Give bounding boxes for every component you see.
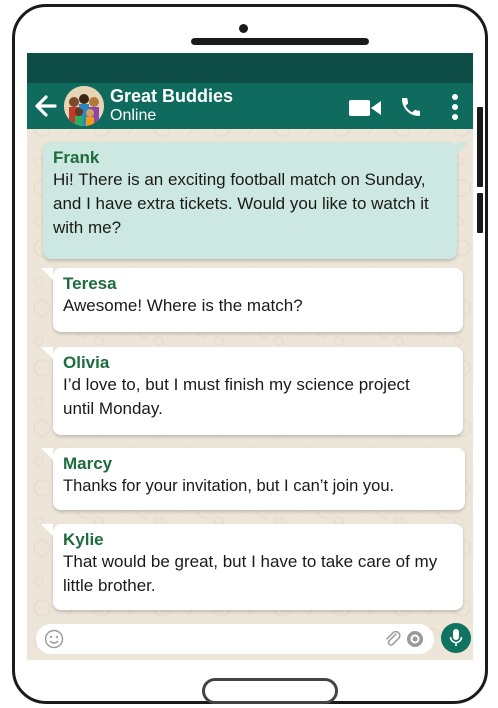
camera-icon[interactable]	[406, 630, 424, 648]
home-button[interactable]	[202, 678, 338, 704]
emoji-icon[interactable]	[44, 629, 64, 649]
microphone-icon	[449, 629, 463, 646]
bubble-tail	[41, 268, 53, 280]
sender-name: Frank	[53, 148, 100, 167]
message-bubble[interactable]: Frank Hi! There is an exciting football …	[43, 142, 469, 259]
group-avatar[interactable]	[64, 86, 104, 126]
status-bar	[27, 53, 473, 83]
message-text: That would be great, but I have to take …	[63, 552, 438, 595]
front-camera	[239, 24, 248, 33]
mic-button[interactable]	[441, 623, 471, 653]
message-bubble[interactable]: Teresa Awesome! Where is the match?	[41, 268, 463, 332]
bubble-tail	[41, 524, 53, 536]
chat-header: Great Buddies Online	[27, 83, 473, 129]
message-text: Awesome! Where is the match?	[63, 296, 303, 315]
bubble-tail	[41, 347, 53, 359]
sender-name: Olivia	[63, 353, 110, 372]
earpiece-speaker	[191, 38, 369, 45]
phone-icon[interactable]	[399, 95, 423, 119]
message-bubble[interactable]: Olivia I’d love to, but I must finish my…	[41, 347, 463, 435]
volume-button	[477, 107, 483, 187]
message-text: I’d love to, but I must finish my scienc…	[63, 375, 410, 418]
arrow-left-icon[interactable]	[33, 93, 59, 119]
message-input[interactable]	[36, 624, 434, 654]
message-bubble[interactable]: Marcy Thanks for your invitation, but I …	[41, 448, 465, 510]
sender-name: Teresa	[63, 274, 117, 293]
bubble-tail	[457, 142, 469, 154]
group-name[interactable]: Great Buddies	[110, 86, 233, 107]
sender-name: Kylie	[63, 530, 104, 549]
bubble-tail	[41, 448, 53, 460]
message-text: Thanks for your invitation, but I can’t …	[63, 477, 395, 495]
paperclip-icon[interactable]	[384, 630, 402, 648]
video-camera-icon[interactable]	[349, 99, 381, 117]
online-status: Online	[110, 107, 157, 124]
message-bubble[interactable]: Kylie That would be great, but I have to…	[41, 524, 463, 610]
more-vertical-icon[interactable]	[451, 93, 459, 121]
power-button	[477, 193, 483, 233]
chat-screen: Great Buddies Online Frank Hi! There is …	[27, 53, 473, 660]
sender-name: Marcy	[63, 454, 113, 473]
message-text: Hi! There is an exciting football match …	[53, 170, 429, 237]
